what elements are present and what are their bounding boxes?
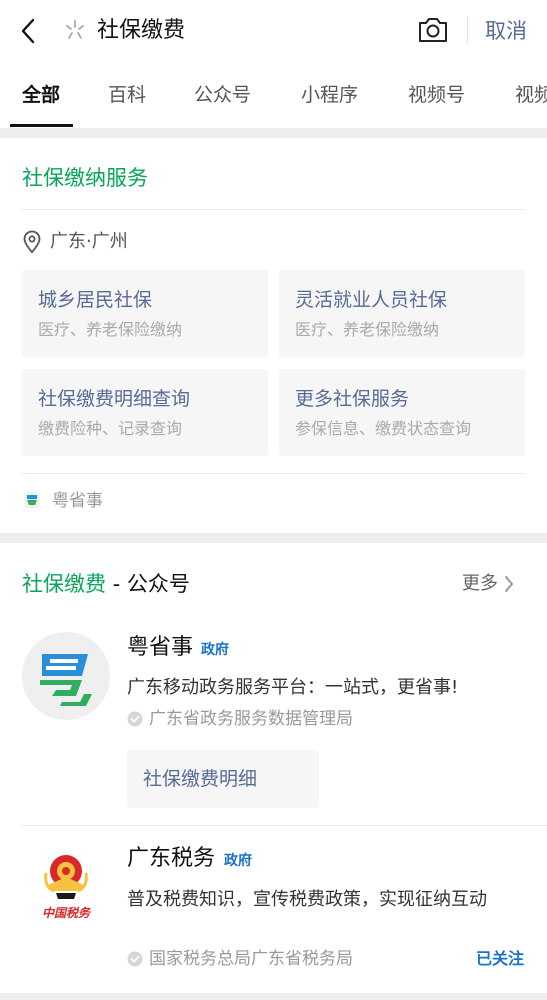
tab-channels[interactable]: 视频号	[408, 81, 465, 109]
service-card: 社保缴纳服务 广东·广州 城乡居民社保 医疗、养老保险缴纳 灵活就业人员社保 医…	[0, 138, 547, 533]
tab-mini-programs[interactable]: 小程序	[301, 81, 358, 109]
tile-title: 更多社保服务	[295, 388, 410, 410]
yueshengshi-small-logo	[22, 490, 42, 510]
tile-subtitle: 医疗、养老保险缴纳	[38, 320, 183, 339]
account-name[interactable]: 广东税务	[127, 842, 215, 876]
official-accounts-section: 社保缴费 - 公众号 更多 粤省事 政府 广东移动政务服务平台：一站式，更省事!…	[0, 543, 547, 993]
service-tile-resident-insurance[interactable]: 城乡居民社保 医疗、养老保险缴纳	[22, 270, 268, 357]
tab-all[interactable]: 全部	[22, 81, 60, 109]
tax-logo-caption: 中国税务	[42, 906, 92, 920]
verified-check-icon	[127, 711, 143, 727]
tile-title: 社保缴费明细查询	[38, 388, 191, 410]
guangdong-tax-avatar[interactable]: 中国税务	[22, 843, 110, 931]
service-card-title[interactable]: 社保缴纳服务	[22, 162, 148, 194]
search-input[interactable]: 社保缴费	[97, 14, 185, 48]
verification-info: 广东省政务服务数据管理局	[127, 706, 353, 732]
location-label[interactable]: 广东·广州	[50, 227, 128, 257]
sparkle-icon	[62, 18, 88, 44]
service-tile-more-services[interactable]: 更多社保服务 参保信息、缴费状态查询	[279, 369, 525, 456]
back-icon[interactable]	[14, 14, 42, 48]
tile-title: 城乡居民社保	[38, 289, 153, 311]
divider	[467, 16, 468, 44]
tab-encyclopedia[interactable]: 百科	[108, 81, 146, 109]
tile-subtitle: 参保信息、缴费状态查询	[295, 419, 472, 438]
followed-status[interactable]: 已关注	[476, 947, 524, 971]
section-heading: 社保缴费 - 公众号	[22, 568, 190, 600]
divider	[22, 473, 525, 474]
chevron-right-icon	[505, 576, 513, 592]
verified-check-icon	[127, 951, 143, 967]
verification-org: 国家税务总局广东省税务局	[149, 949, 353, 969]
service-source-label[interactable]: 粤省事	[52, 488, 103, 514]
camera-icon[interactable]	[417, 15, 449, 45]
tab-videos[interactable]: 视频	[515, 81, 547, 109]
divider	[22, 209, 525, 210]
more-button[interactable]: 更多	[462, 569, 514, 599]
account-menu-button[interactable]: 社保缴费明细	[127, 750, 319, 808]
verification-info: 国家税务总局广东省税务局	[127, 946, 353, 972]
yueshengshi-avatar[interactable]	[22, 632, 110, 720]
tile-title: 灵活就业人员社保	[295, 289, 448, 311]
search-category-tabs: 全部 百科 公众号 小程序 视频号 视频	[0, 62, 547, 128]
active-tab-indicator	[10, 124, 73, 127]
service-tile-payment-details[interactable]: 社保缴费明细查询 缴费险种、记录查询	[22, 369, 268, 456]
tab-official-accounts[interactable]: 公众号	[194, 81, 251, 109]
government-badge: 政府	[201, 642, 229, 658]
government-badge: 政府	[224, 853, 252, 869]
cancel-button[interactable]: 取消	[485, 14, 527, 48]
service-tile-flexible-employment[interactable]: 灵活就业人员社保 医疗、养老保险缴纳	[279, 270, 525, 357]
more-label: 更多	[462, 573, 498, 594]
divider	[22, 825, 547, 826]
account-menu-label: 社保缴费明细	[143, 768, 258, 790]
section-heading-suffix: - 公众号	[106, 572, 190, 596]
verification-org: 广东省政务服务数据管理局	[149, 709, 353, 729]
tile-subtitle: 医疗、养老保险缴纳	[295, 320, 440, 339]
account-name[interactable]: 粤省事	[127, 631, 193, 665]
tile-subtitle: 缴费险种、记录查询	[38, 419, 183, 438]
search-bar: 社保缴费 取消	[0, 0, 547, 62]
account-description: 普及税费知识，宣传税费政策，实现征纳互动	[127, 889, 487, 910]
section-heading-keyword: 社保缴费	[22, 572, 106, 596]
account-description: 广东移动政务服务平台：一站式，更省事!	[127, 677, 459, 698]
location-pin-icon	[22, 230, 42, 254]
